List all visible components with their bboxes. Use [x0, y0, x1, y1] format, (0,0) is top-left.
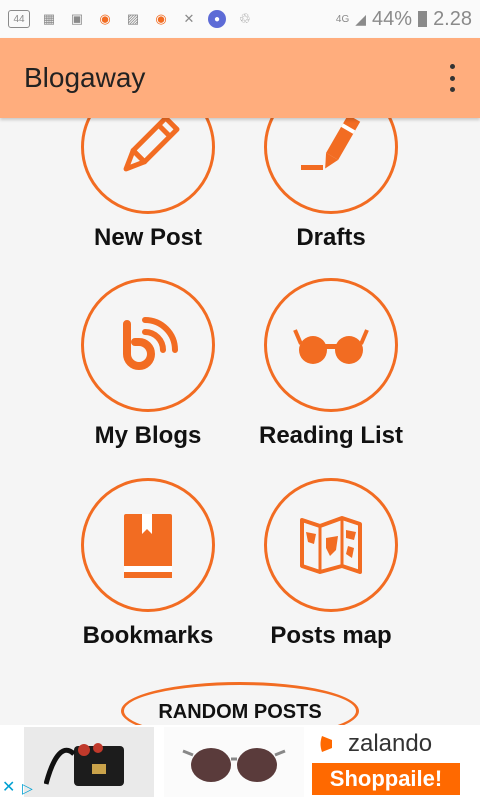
clock: 2.28 [433, 7, 472, 30]
tile-circle[interactable] [81, 278, 215, 412]
ad-choices-icon[interactable]: ▷ [22, 780, 38, 796]
tile-circle[interactable] [264, 278, 398, 412]
battery-icon [418, 11, 428, 27]
menu-dot [449, 64, 455, 69]
zalando-logo-icon [320, 736, 332, 752]
ad-handbag-image[interactable] [24, 727, 154, 797]
bookmark-book-icon [124, 514, 172, 578]
app-notification-icon: ● [208, 10, 226, 28]
ad-banner[interactable]: zalando Shoppaile! ✕ ▷ [0, 725, 480, 800]
mute-icon: ✕ [183, 11, 195, 26]
image-icon: ▨ [126, 11, 140, 26]
tile-reading-list[interactable]: Reading List [221, 278, 441, 450]
battery-percent: 44% [372, 7, 413, 30]
ad-brand-name: zalando [348, 730, 433, 757]
pencil-icon [123, 118, 180, 172]
app-bar: Blogaway [0, 38, 480, 118]
blogger-icon [123, 317, 178, 370]
tile-label: Drafts [296, 224, 366, 251]
map-icon [300, 516, 362, 574]
menu-dot [449, 87, 455, 92]
glasses-icon [293, 329, 369, 364]
ad-sunglasses-image[interactable] [164, 727, 304, 797]
draft-pencil-icon [301, 118, 361, 170]
tile-label: Posts map [270, 622, 392, 649]
tile-circle[interactable] [264, 118, 398, 214]
tile-circle[interactable] [264, 478, 398, 612]
blogger-notification-icon: ◉ [155, 11, 167, 26]
tile-posts-map[interactable]: Posts map [221, 478, 441, 650]
tile-label: Reading List [258, 422, 403, 449]
gallery-icon: ▦ [42, 11, 56, 26]
overflow-menu-button[interactable] [446, 64, 458, 92]
handbag-icon [44, 743, 124, 786]
tile-circle[interactable] [81, 118, 215, 214]
sunglasses-icon [182, 748, 286, 782]
dashboard: New Post Drafts My Blogs Reading List Bo… [0, 118, 480, 725]
notification-count-icon: 44 [8, 10, 30, 28]
tile-drafts[interactable]: Drafts [221, 118, 441, 252]
tile-circle[interactable] [81, 478, 215, 612]
ad-cta-button[interactable]: Shoppaile! [312, 763, 460, 795]
status-bar: 44 ▦ ▣ ◉ ▨ ◉ ✕ ● ♲ 4G ◢ 44% 2.28 [0, 0, 480, 38]
briefcase-icon: ▣ [70, 11, 84, 26]
random-posts-button[interactable]: RANDOM POSTS [121, 682, 359, 725]
ad-brand-logo[interactable]: zalando [318, 729, 458, 759]
ad-close-icon[interactable]: ✕ [2, 780, 18, 796]
blogger-notification-icon: ◉ [99, 11, 111, 26]
app-title: Blogaway [24, 62, 146, 93]
network-type: 4G [335, 13, 350, 25]
recycle-icon: ♲ [239, 11, 251, 26]
signal-icon: ◢ [355, 10, 367, 27]
menu-dot [449, 75, 455, 81]
